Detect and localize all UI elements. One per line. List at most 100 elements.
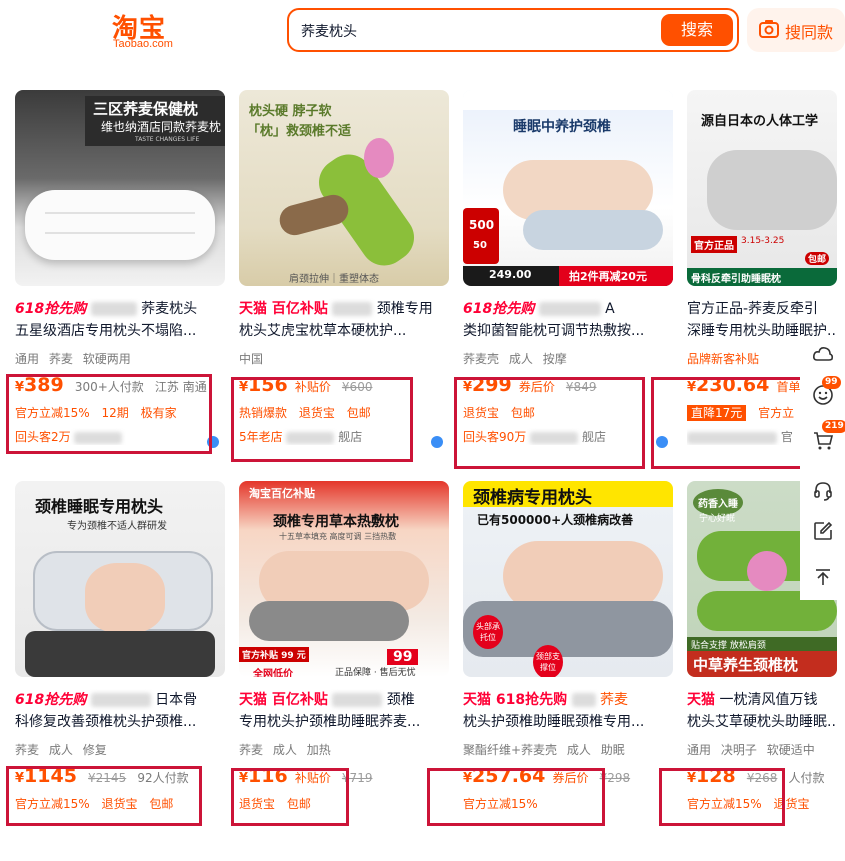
photo-search-label: 搜同款 [785,23,834,42]
product-image[interactable]: 睡眠中养护颈椎 500 50 249.00 拍2件再减20元 [463,90,673,286]
price-row: ¥299 券后价 ¥849 [463,374,597,396]
title-text-2: 科修复改善颈椎枕头护颈椎... [15,714,197,730]
product-image[interactable]: 颈椎病专用枕头 已有500000+人颈椎病改善 头部承托位 颈部支撑位 [463,481,673,677]
shop-name: 舰店 [338,430,363,444]
shop-info: 5年老店 [239,430,283,444]
price-row: ¥116 补贴价 ¥719 [239,765,373,787]
title-text-2: 专用枕头护颈椎助睡眠荞麦... [239,714,421,730]
original-price: ¥600 [341,380,373,394]
blurred-text [332,693,383,707]
search-box: 搜索 [287,8,739,52]
cart-icon [814,432,834,450]
product-title[interactable]: 官方正品-荞麦反牵引 深睡专用枕头助睡眠护... [687,298,837,342]
product-image[interactable]: 枕头硬 脖子软 「枕」救颈椎不适 肩颈拉伸｜重塑体态 [239,90,449,286]
title-text-2: 枕头艾草硬枕头助睡眠... [687,714,837,730]
sidebar-item-cart[interactable]: 219 [808,420,845,456]
product-image[interactable]: 三区荞麦保健枕 维也纳酒店同款荞麦枕 TASTE CHANGES LIFE [15,90,225,286]
original-price: ¥849 [565,380,597,394]
shop-row[interactable]: 回头客2万 [15,428,225,445]
sidebar-item-favorite[interactable] [808,340,838,370]
promo-tag: 退货宝 [101,797,138,811]
product-card[interactable]: 睡眠中养护颈椎 500 50 249.00 拍2件再减20元 618抢先购 A … [463,90,673,470]
shop-info: 官 [780,430,793,444]
img-headline: 颈椎专用草本热敷枕 [273,514,399,530]
promo-tag: 热销爆款 [239,406,288,420]
title-text: 一枕清风值万钱 [719,692,818,708]
img-badge: 官方补贴 99 元 [239,647,309,662]
blurred-text [571,693,596,707]
product-card[interactable]: 颈椎病专用枕头 已有500000+人颈椎病改善 头部承托位 颈部支撑位 天猫 6… [463,481,673,861]
location: 江苏 南通 [154,380,207,394]
title-badge: 618抢先购 [15,692,87,708]
product-card[interactable]: 颈椎睡眠专用枕头 专为颈椎不适人群研发 618抢先购 日本骨 科修复改善颈椎枕头… [15,481,225,861]
header: 淘宝 Taobao.com 搜索 搜同款 [0,0,845,62]
product-title[interactable]: 618抢先购 日本骨 科修复改善颈椎枕头护颈椎... [15,689,225,733]
title-badge: 天猫 百亿补贴 [239,692,328,708]
product-card[interactable]: 枕头硬 脖子软 「枕」救颈椎不适 肩颈拉伸｜重塑体态 天猫 百亿补贴 颈椎专用 … [239,90,449,470]
product-title[interactable]: 天猫 618抢先购 荞麦 枕头护颈椎助睡眠颈椎专用... [463,689,673,733]
sidebar-item-messages[interactable]: 99 [808,376,841,410]
title-text: A [605,301,615,317]
chat-icon[interactable] [656,436,668,448]
product-title[interactable]: 618抢先购 A 类抑菌智能枕可调节热敷按... [463,298,673,342]
product-image[interactable]: 淘宝百亿补贴 颈椎专用草本热敷枕 十五草本填充 高度可调 三挡热敷 官方补贴 9… [239,481,449,677]
shop-info: 回头客90万 [463,430,527,444]
product-card[interactable]: 淘宝百亿补贴 颈椎专用草本热敷枕 十五草本填充 高度可调 三挡热敷 官方补贴 9… [239,481,449,861]
taobao-logo[interactable]: 淘宝 Taobao.com [108,6,188,52]
title-badge: 618抢先购 [463,301,535,317]
price-row: ¥389 300+人付款 江苏 南通 [15,374,207,396]
sidebar-item-service[interactable] [808,476,838,506]
price-row: ¥128 ¥268 人付款 [687,765,825,787]
coupon-value-2: 50 [473,240,487,251]
chat-icon[interactable] [207,436,219,448]
original-price: ¥2145 [88,771,127,785]
tag: 成人 [566,743,591,757]
img-headline: 颈椎病专用枕头 [473,488,592,508]
product-tags: 荞麦 成人 修复 [15,741,225,758]
img-subline: 「枕」救颈椎不适 [247,124,352,139]
product-title[interactable]: 天猫 一枕清风值万钱 枕头艾草硬枕头助睡眠... [687,689,837,733]
product-image[interactable]: 源自日本の人体工学 官方正品 3.15-3.25 包邮 骨科反牵引助睡眠枕 [687,90,837,286]
img-tag-neck: 颈部支撑位 [533,645,563,677]
shop-row[interactable]: 5年老店 舰店 [239,428,449,445]
original-price: ¥719 [341,771,373,785]
messages-badge: 99 [822,376,841,389]
product-image[interactable]: 颈椎睡眠专用枕头 专为颈椎不适人群研发 [15,481,225,677]
product-card[interactable]: 三区荞麦保健枕 维也纳酒店同款荞麦枕 TASTE CHANGES LIFE 61… [15,90,225,470]
product-title[interactable]: 天猫 百亿补贴 颈椎 专用枕头护颈椎助睡眠荞麦... [239,689,449,733]
product-tags: 通用 荞麦 软硬两用 [15,350,225,367]
search-input[interactable] [301,20,641,42]
search-button[interactable]: 搜索 [661,14,733,46]
original-price: ¥268 [746,771,778,785]
photo-search-button[interactable]: 搜同款 [747,8,845,52]
product-title[interactable]: 618抢先购 荞麦枕头 五星级酒店专用枕头不塌陷... [15,298,225,342]
person-shape [85,563,165,633]
tag: 成人 [508,352,533,366]
title-text: 荞麦 [600,692,629,708]
blurred-text [687,431,777,444]
product-tags: 通用 决明子 软硬适中 [687,741,837,758]
title-text: 日本骨 [155,692,198,708]
promo-row: 官方立减15% 12期 极有家 [15,404,225,421]
sidebar-item-back-to-top[interactable] [808,562,838,592]
back-to-top-icon [816,569,830,585]
promo-tag: 12期 [101,406,129,420]
chat-icon[interactable] [431,436,443,448]
title-badge: 天猫 618抢先购 [463,692,568,708]
img-footer: 骨科反牵引助睡眠枕 [687,268,837,286]
sold-count: 92人付款 [137,771,189,785]
img-support: 贴合支撑 放松肩颈 [687,637,837,652]
img-lowest: 全网低价 [253,669,293,677]
promo-tag: 退货宝 [298,406,335,420]
promo-tag: 官方立减15% [687,797,762,811]
promo-tag: 官方立减15% [463,797,538,811]
title-badge: 618抢先购 [15,301,87,317]
coupon-badge [463,208,499,264]
shop-row[interactable]: 回头客90万 舰店 [463,428,673,445]
sidebar-item-feedback[interactable] [808,516,838,546]
product-title[interactable]: 天猫 百亿补贴 颈椎专用 枕头艾虎宝枕草本硬枕护... [239,298,449,342]
product-tags: 中国 [239,350,449,367]
promo-tag: 退货宝 [773,797,810,811]
blurred-text [90,302,137,316]
price: 389 [24,374,64,396]
